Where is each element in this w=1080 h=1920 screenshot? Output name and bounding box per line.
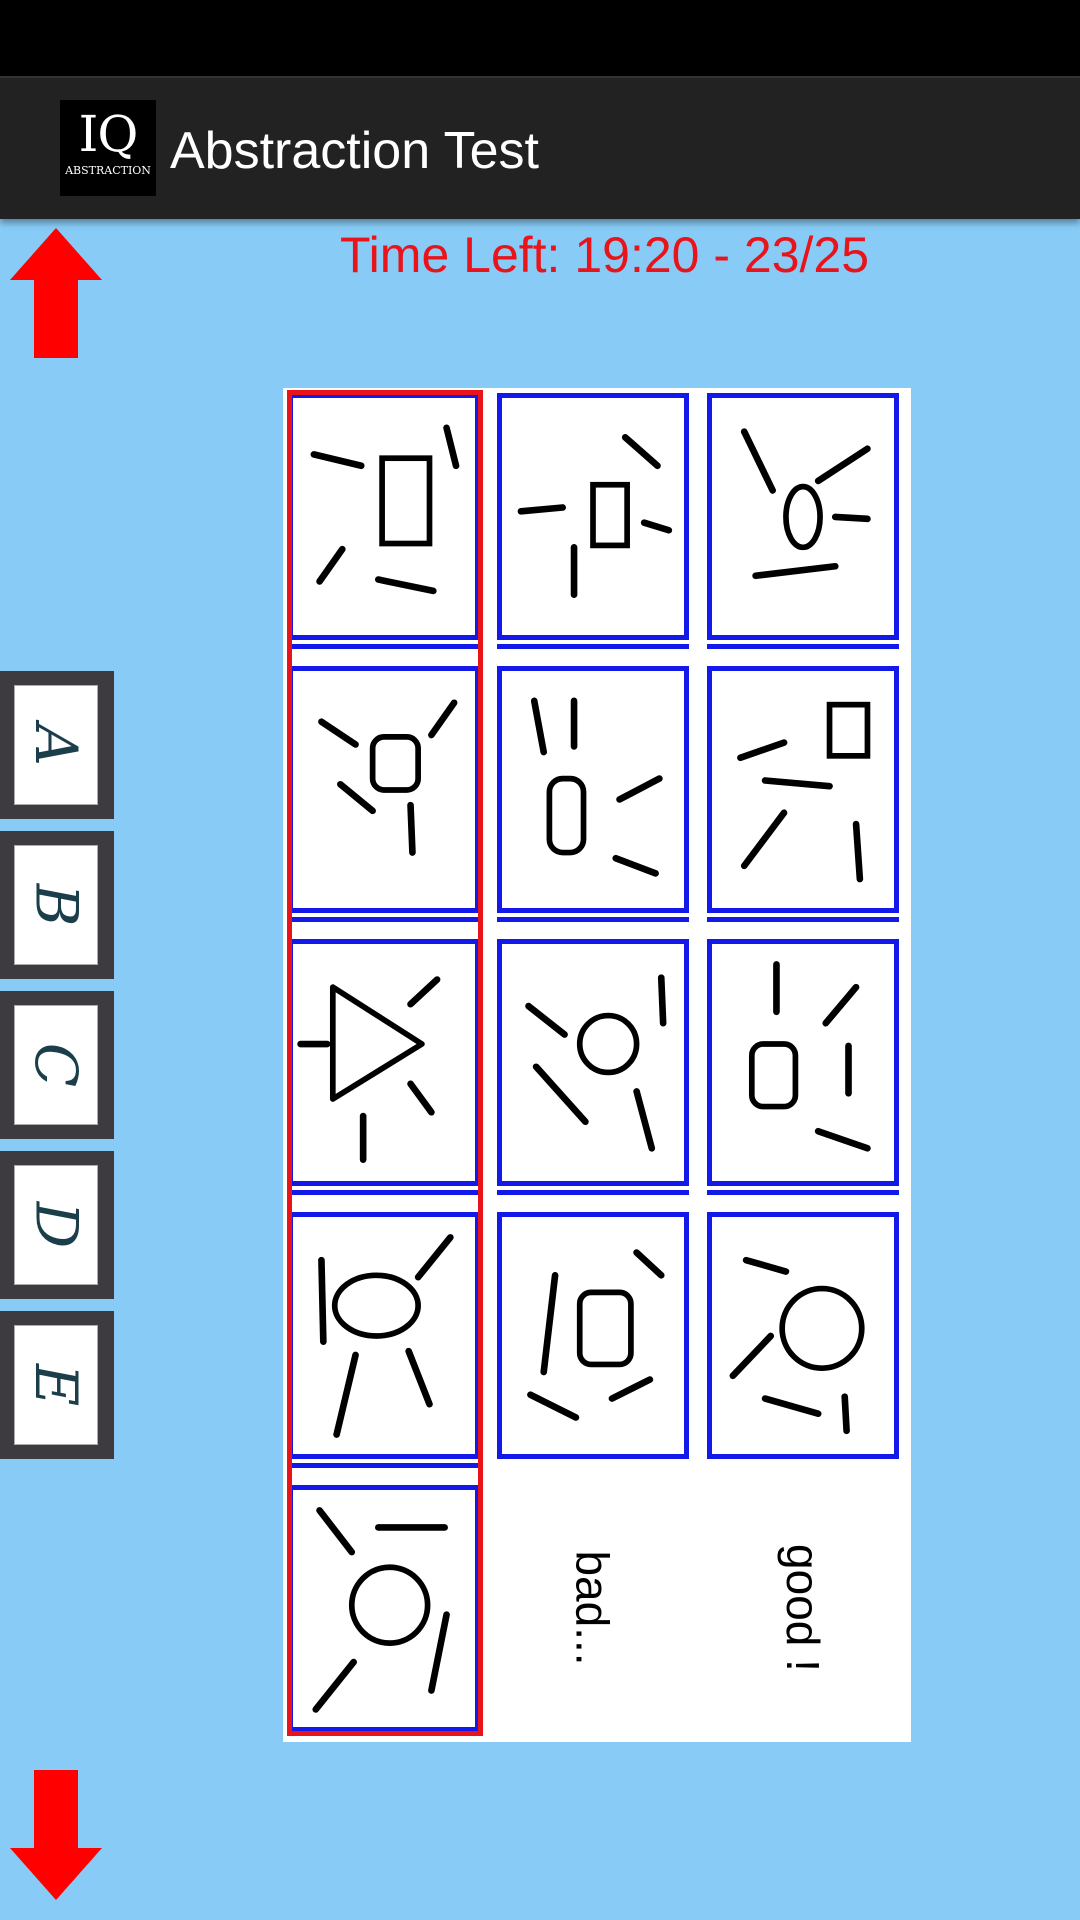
square-figure-icon xyxy=(737,701,871,883)
figure-cell xyxy=(288,939,480,1186)
figure-cell xyxy=(288,1485,480,1732)
answer-label-a: A xyxy=(21,724,90,766)
answer-button-d-face: D xyxy=(14,1165,98,1285)
row-separator xyxy=(707,644,899,649)
app-title: Abstraction Test xyxy=(170,122,540,180)
puzzle-board: bad... good ! xyxy=(283,388,911,1742)
answer-button-a-face: A xyxy=(14,685,98,805)
answer-button-d[interactable]: D xyxy=(0,1151,114,1299)
figure-cell xyxy=(497,939,689,1186)
rounded-rectangle-figure-icon xyxy=(527,1249,665,1421)
feedback-good-text: good ! xyxy=(777,1544,829,1672)
row-separator xyxy=(288,644,480,649)
status-bar xyxy=(0,0,1080,76)
figure-cell xyxy=(497,393,689,640)
figure-cell xyxy=(707,666,899,913)
arrow-up-icon[interactable] xyxy=(10,228,102,358)
triangle-figure-icon xyxy=(297,976,441,1163)
action-bar: IQ ABSTRACTION Abstraction Test xyxy=(0,76,1080,219)
circle-figure-icon xyxy=(525,974,667,1152)
app-logo-text: IQ xyxy=(78,105,139,163)
row-separator xyxy=(497,917,689,922)
ellipse-figure-icon xyxy=(318,1234,454,1438)
answer-label-d: D xyxy=(21,1201,90,1249)
answer-button-b[interactable]: B xyxy=(0,831,114,979)
figure-cell xyxy=(288,1212,480,1459)
figure-cell xyxy=(288,393,480,640)
answer-button-c[interactable]: C xyxy=(0,991,114,1139)
row-separator xyxy=(497,644,689,649)
feedback-good: good ! xyxy=(707,1488,899,1728)
figure-cell xyxy=(497,666,689,913)
answer-label-c: C xyxy=(21,1042,90,1088)
timer-text: Time Left: 19:20 - 23/25 xyxy=(340,227,870,283)
row-separator xyxy=(707,917,899,922)
answer-label-e: E xyxy=(22,1363,90,1407)
row-separator xyxy=(288,1463,480,1468)
answer-button-c-face: C xyxy=(14,1005,98,1125)
figure-cell xyxy=(707,939,899,1186)
app-logo-icon: IQ ABSTRACTION xyxy=(60,100,156,196)
row-separator xyxy=(288,917,480,922)
row-separator xyxy=(288,1190,480,1195)
oval-figure-icon xyxy=(740,428,871,580)
circle-figure-icon xyxy=(729,1256,865,1435)
arrow-down-icon[interactable] xyxy=(10,1770,102,1900)
figure-cell xyxy=(497,1212,689,1459)
small-rectangle-figure-icon xyxy=(517,434,673,599)
feedback-bad-text: bad... xyxy=(567,1550,619,1666)
figure-cell xyxy=(707,393,899,640)
tall-oval-figure-icon xyxy=(530,697,663,877)
rectangle-figure-icon xyxy=(310,424,460,595)
rounded-square-figure-icon xyxy=(318,699,458,856)
rounded-rectangle-figure-icon xyxy=(748,961,871,1152)
answer-button-e[interactable]: E xyxy=(0,1311,114,1459)
answer-label-b: B xyxy=(22,883,90,927)
answer-button-b-face: B xyxy=(14,845,98,965)
feedback-bad: bad... xyxy=(497,1488,689,1728)
figure-cell xyxy=(288,666,480,913)
answer-button-a[interactable]: A xyxy=(0,671,114,819)
answer-button-e-face: E xyxy=(14,1325,98,1445)
app-logo-subtext: ABSTRACTION xyxy=(65,164,151,177)
figure-cell xyxy=(707,1212,899,1459)
circle-figure-icon xyxy=(312,1507,450,1713)
row-separator xyxy=(497,1190,689,1195)
row-separator xyxy=(707,1190,899,1195)
